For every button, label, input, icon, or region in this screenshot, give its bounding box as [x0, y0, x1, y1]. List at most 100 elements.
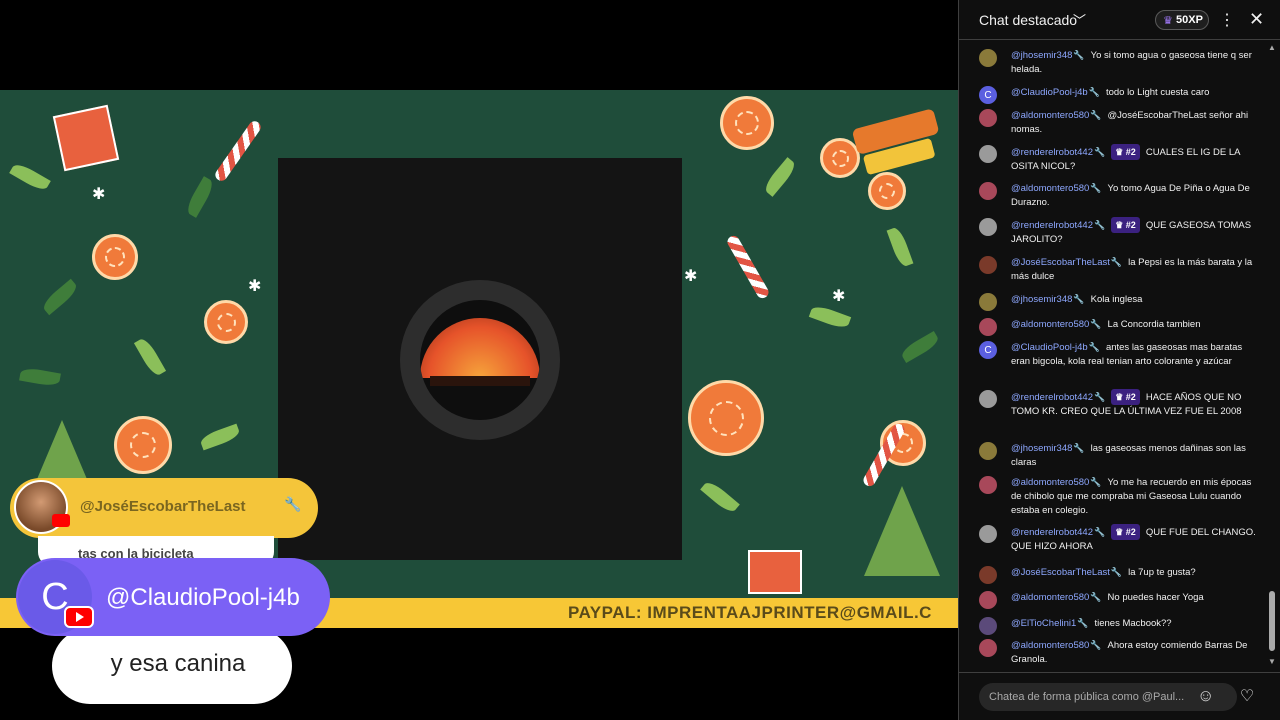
author-name[interactable]: @renderelrobot442 — [1011, 220, 1093, 231]
leaf-decoration — [19, 366, 61, 388]
wrench-icon: 🔧 — [1094, 392, 1106, 402]
candy-cane-decoration — [213, 118, 263, 184]
avatar[interactable] — [979, 293, 997, 311]
youtube-icon — [52, 514, 70, 527]
author-name[interactable]: @ClaudioPool-j4b — [1011, 87, 1088, 98]
wrench-icon: 🔧 — [284, 496, 302, 512]
paypal-text: PAYPAL: IMPRENTAAJPRINTER@GMAIL.C — [568, 603, 932, 622]
close-icon[interactable]: ✕ — [1249, 9, 1264, 30]
avatar[interactable] — [979, 218, 997, 236]
video-player[interactable]: ✱ ✱ ✱ ✱ PAYPAL: IMPRENTAAJPRINTER@GMAIL.… — [0, 0, 958, 720]
emoji-icon[interactable]: ☺ — [1197, 686, 1214, 706]
wrench-icon: 🔧 — [1073, 294, 1085, 304]
wrench-icon: 🔧 — [1090, 183, 1102, 193]
message-body: @JoséEscobarTheLast🔧 la 7up te gusta? — [1011, 565, 1259, 580]
xp-badge[interactable]: ♛ 50XP — [1155, 10, 1209, 30]
current-message: y esa canina — [110, 650, 246, 677]
chevron-down-icon[interactable]: ﹀ — [1073, 10, 1086, 29]
more-vert-icon[interactable]: ⋮ — [1219, 10, 1235, 30]
avatar[interactable]: C — [979, 86, 997, 104]
rank-badge: ♛ #2 — [1111, 144, 1140, 160]
author-name[interactable]: @aldomontero580 — [1011, 592, 1089, 603]
avatar[interactable] — [979, 145, 997, 163]
leaf-decoration — [886, 225, 914, 269]
author-name[interactable]: @aldomontero580 — [1011, 110, 1089, 121]
wrench-icon: 🔧 — [1090, 319, 1102, 329]
message-body: @jhosemir348🔧 las gaseosas menos dañinas … — [1011, 441, 1259, 470]
author-name[interactable]: @jhosemir348 — [1011, 443, 1072, 454]
avatar[interactable] — [979, 182, 997, 200]
avatar[interactable] — [979, 318, 997, 336]
message-body: @jhosemir348🔧 Yo si tomo agua o gaseosa t… — [1011, 48, 1259, 77]
current-author: @ClaudioPool-j4b — [106, 584, 300, 611]
message-body: @ClaudioPool-j4b🔧 antes las gaseosas mas … — [1011, 340, 1259, 369]
message-body: @JoséEscobarTheLast🔧 la Pepsi es la más b… — [1011, 255, 1259, 284]
orange-decoration — [820, 138, 860, 178]
avatar[interactable] — [979, 591, 997, 609]
wrench-icon: 🔧 — [1094, 220, 1106, 230]
author-name[interactable]: @aldomontero580 — [1011, 319, 1089, 330]
chat-message-list[interactable]: @jhosemir348🔧 Yo si tomo agua o gaseosa t… — [959, 41, 1280, 671]
heart-icon[interactable]: ♡ — [1235, 684, 1259, 708]
live-chat-panel: Chat destacado ﹀ ♛ 50XP ⋮ ✕ @jhosemir348… — [958, 0, 1280, 720]
scroll-up-icon[interactable]: ▲ — [1268, 43, 1276, 52]
author-name[interactable]: @aldomontero580 — [1011, 183, 1089, 194]
orange-decoration — [114, 416, 172, 474]
wrench-icon: 🔧 — [1110, 567, 1123, 577]
rank-badge: ♛ #2 — [1111, 389, 1140, 405]
avatar[interactable] — [979, 49, 997, 67]
leaf-decoration — [761, 157, 799, 197]
crown-icon: ♛ — [1163, 15, 1173, 27]
wrench-icon: 🔧 — [1090, 110, 1102, 120]
leaf-decoration — [133, 336, 167, 378]
gift-decoration — [748, 550, 802, 594]
avatar[interactable] — [979, 476, 997, 494]
message-body: @aldomontero580🔧 @JoséEscobarTheLast seño… — [1011, 108, 1259, 137]
author-name[interactable]: @JoséEscobarTheLast — [1011, 567, 1110, 578]
avatar[interactable] — [979, 109, 997, 127]
snowflake-icon: ✱ — [248, 278, 262, 295]
chat-mode-dropdown[interactable]: Chat destacado — [979, 12, 1077, 28]
author-name[interactable]: @aldomontero580 — [1011, 640, 1089, 651]
avatar[interactable]: C — [979, 341, 997, 359]
leaf-decoration — [899, 330, 941, 364]
author-name[interactable]: @renderelrobot442 — [1011, 392, 1093, 403]
message-body: @aldomontero580🔧 Yo me ha recuerdo en mis… — [1011, 475, 1259, 518]
leaf-decoration — [700, 478, 740, 516]
author-name[interactable]: @ClaudioPool-j4b — [1011, 342, 1088, 353]
author-name[interactable]: @ElTioChelini1 — [1011, 618, 1076, 629]
avatar[interactable] — [979, 442, 997, 460]
previous-author: @JoséEscobarTheLast — [80, 498, 246, 515]
wrench-icon: 🔧 — [1090, 640, 1102, 650]
wrench-icon: 🔧 — [1090, 477, 1102, 487]
scroll-down-icon[interactable]: ▼ — [1268, 657, 1276, 666]
chat-scrollbar[interactable]: ▲ ▼ — [1267, 41, 1277, 671]
avatar[interactable] — [979, 617, 997, 635]
author-name[interactable]: @JoséEscobarTheLast — [1011, 257, 1110, 268]
gift-decoration — [52, 104, 120, 172]
message-text: No puedes hacer Yoga — [1107, 592, 1204, 603]
wrench-icon: 🔧 — [1088, 342, 1100, 352]
author-name[interactable]: @renderelrobot442 — [1011, 147, 1093, 158]
message-body: @jhosemir348🔧 Kola inglesa — [1011, 292, 1259, 307]
message-body: @aldomontero580🔧 La Concordia tambien — [1011, 317, 1259, 332]
avatar[interactable] — [979, 566, 997, 584]
message-body: @renderelrobot442🔧 ♛ #2 QUE GASEOSA TOMAS … — [1011, 217, 1259, 247]
orange-decoration — [204, 300, 248, 344]
avatar[interactable] — [979, 525, 997, 543]
channel-logo — [420, 300, 540, 420]
avatar[interactable] — [979, 256, 997, 274]
chat-input-area: ☺ ♡ — [959, 672, 1280, 720]
author-name[interactable]: @renderelrobot442 — [1011, 527, 1093, 538]
author-name[interactable]: @jhosemir348 — [1011, 50, 1072, 61]
app-window: ✱ ✱ ✱ ✱ PAYPAL: IMPRENTAAJPRINTER@GMAIL.… — [0, 0, 1280, 720]
avatar[interactable] — [979, 390, 997, 408]
message-body: @aldomontero580🔧 Ahora estoy comiendo Bar… — [1011, 638, 1259, 667]
message-text: La Concordia tambien — [1107, 319, 1201, 330]
author-name[interactable]: @aldomontero580 — [1011, 477, 1089, 488]
wrench-icon: 🔧 — [1073, 50, 1085, 60]
orange-decoration — [92, 234, 138, 280]
author-name[interactable]: @jhosemir348 — [1011, 294, 1072, 305]
avatar[interactable] — [979, 639, 997, 657]
scroll-thumb[interactable] — [1269, 591, 1275, 651]
